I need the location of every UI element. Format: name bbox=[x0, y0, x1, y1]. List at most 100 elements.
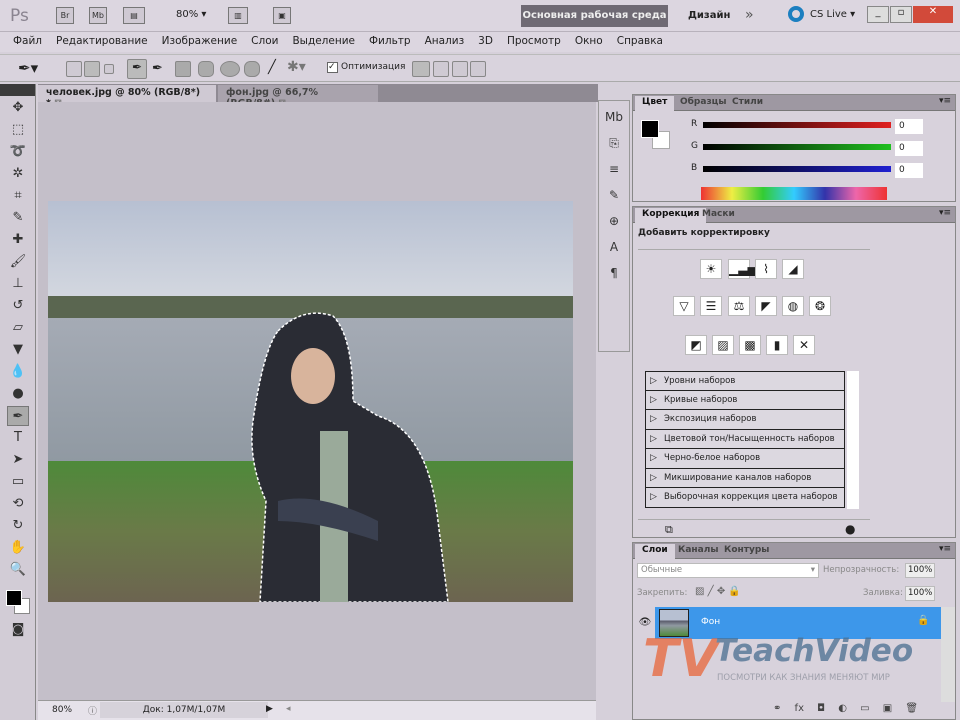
panel-menu-icon[interactable]: ▾≡ bbox=[939, 96, 951, 106]
color-ramp[interactable] bbox=[701, 187, 887, 200]
panel-menu-icon[interactable]: ▾≡ bbox=[939, 544, 951, 554]
status-menu-arrow-icon[interactable]: ▶ bbox=[266, 704, 273, 714]
paths-button[interactable] bbox=[84, 61, 100, 77]
menu-view[interactable]: Просмотр bbox=[500, 32, 568, 52]
custom-shape-icon[interactable]: ✱▾ bbox=[287, 59, 306, 75]
layers-scrollbar[interactable] bbox=[941, 607, 955, 702]
path-add-icon[interactable] bbox=[412, 61, 430, 77]
menu-file[interactable]: Файл bbox=[6, 32, 49, 52]
scroll-left-icon[interactable]: ◂ bbox=[286, 704, 291, 714]
brush-tool-icon[interactable]: 🖌 bbox=[7, 252, 29, 272]
color-swatches[interactable] bbox=[0, 582, 35, 618]
clone-source-panel-icon[interactable]: ⊕ bbox=[603, 211, 625, 231]
preset-selective-color[interactable]: Выборочная коррекция цвета наборов bbox=[645, 488, 845, 508]
vibrance-icon[interactable]: ▽ bbox=[673, 296, 695, 316]
panel-menu-icon[interactable]: ▾≡ bbox=[939, 208, 951, 218]
optimize-checkbox[interactable]: ✓ bbox=[327, 62, 338, 73]
tab-layers[interactable]: Слои bbox=[635, 544, 675, 559]
preset-exposure[interactable]: Экспозиция наборов bbox=[645, 410, 845, 430]
path-selection-tool-icon[interactable]: ➤ bbox=[7, 450, 29, 470]
exposure-icon[interactable]: ◢ bbox=[782, 259, 804, 279]
r-slider[interactable] bbox=[703, 122, 891, 128]
menu-window[interactable]: Окно bbox=[568, 32, 610, 52]
levels-icon[interactable]: ▁▃▅ bbox=[728, 259, 757, 279]
lock-icons[interactable]: ▨ ╱ ✥ 🔒 bbox=[695, 586, 741, 597]
3d-orbit-tool-icon[interactable]: ↻ bbox=[7, 516, 29, 536]
quick-mask-icon[interactable]: ◙ bbox=[7, 620, 29, 640]
preset-curves[interactable]: Кривые наборов bbox=[645, 390, 845, 410]
g-slider[interactable] bbox=[703, 144, 891, 150]
minibridge-button[interactable]: Mb bbox=[89, 7, 107, 24]
posterize-icon[interactable]: ▨ bbox=[712, 335, 734, 355]
history-panel-icon[interactable]: ⎘ bbox=[603, 133, 625, 153]
status-info-icon[interactable]: ⓘ bbox=[88, 704, 97, 717]
b-value[interactable]: 0 bbox=[895, 163, 923, 178]
more-workspaces-button[interactable]: » bbox=[745, 7, 754, 23]
menu-image[interactable]: Изображение bbox=[155, 32, 245, 52]
photo-image[interactable] bbox=[48, 201, 573, 602]
line-icon[interactable]: ╱ bbox=[268, 60, 276, 75]
menu-analysis[interactable]: Анализ bbox=[418, 32, 472, 52]
history-brush-tool-icon[interactable]: ↺ bbox=[7, 296, 29, 316]
view-extras-button[interactable]: ▤ bbox=[123, 7, 145, 24]
brushes-panel-icon[interactable]: ✎ bbox=[603, 185, 625, 205]
healing-brush-tool-icon[interactable]: ✚ bbox=[7, 230, 29, 250]
brightness-contrast-icon[interactable]: ☀ bbox=[700, 259, 722, 279]
cslive-button[interactable]: CS Live ▾ bbox=[810, 9, 855, 20]
menu-select[interactable]: Выделение bbox=[285, 32, 362, 52]
g-value[interactable]: 0 bbox=[895, 141, 923, 156]
type-tool-icon[interactable]: T bbox=[7, 428, 29, 448]
eraser-tool-icon[interactable]: ▱ bbox=[7, 318, 29, 338]
maximize-button[interactable]: ▫ bbox=[890, 6, 912, 23]
pen-tool-icon[interactable]: ✒ bbox=[7, 406, 29, 426]
rectangle-icon[interactable] bbox=[175, 61, 191, 77]
hand-tool-icon[interactable]: ✋ bbox=[7, 538, 29, 558]
color-balance-icon[interactable]: ⚖ bbox=[728, 296, 750, 316]
channel-mixer-icon[interactable]: ❂ bbox=[809, 296, 831, 316]
tools-panel-header[interactable] bbox=[0, 84, 35, 96]
minibridge-panel-icon[interactable]: Mb bbox=[603, 107, 625, 127]
menu-filter[interactable]: Фильтр bbox=[362, 32, 418, 52]
zoom-select[interactable]: 80% ▾ bbox=[176, 9, 206, 20]
shape-layers-button[interactable] bbox=[66, 61, 82, 77]
shape-tool-icon[interactable]: ▭ bbox=[7, 472, 29, 492]
blur-tool-icon[interactable]: 💧 bbox=[7, 362, 29, 382]
menu-edit[interactable]: Редактирование bbox=[49, 32, 155, 52]
black-white-icon[interactable]: ◤ bbox=[755, 296, 777, 316]
pen-tool-preset-icon[interactable]: ✒▾ bbox=[18, 59, 38, 77]
preset-hue-saturation[interactable]: Цветовой тон/Насыщенность наборов bbox=[645, 429, 845, 449]
ellipse-icon[interactable] bbox=[220, 61, 240, 77]
paragraph-panel-icon[interactable]: ¶ bbox=[603, 263, 625, 283]
marquee-tool-icon[interactable]: ⬚ bbox=[7, 120, 29, 140]
tab-color[interactable]: Цвет bbox=[635, 96, 675, 111]
preset-channel-mixer[interactable]: Микширование каналов наборов bbox=[645, 468, 845, 488]
tab-paths[interactable]: Контуры bbox=[717, 544, 776, 559]
path-subtract-icon[interactable] bbox=[433, 61, 449, 77]
preset-black-white[interactable]: Черно-белое наборов bbox=[645, 449, 845, 469]
presets-scrollbar[interactable] bbox=[847, 371, 859, 509]
3d-rotate-tool-icon[interactable]: ⟲ bbox=[7, 494, 29, 514]
hue-saturation-icon[interactable]: ☰ bbox=[700, 296, 722, 316]
freeform-pen-icon[interactable]: ✒ bbox=[152, 61, 163, 76]
polygon-icon[interactable] bbox=[244, 61, 260, 77]
screen-mode-button[interactable]: ▣ bbox=[273, 7, 291, 24]
zoom-tool-icon[interactable]: 🔍 bbox=[7, 560, 29, 580]
b-slider[interactable] bbox=[703, 166, 891, 172]
eyedropper-tool-icon[interactable]: ✎ bbox=[7, 208, 29, 228]
path-exclude-icon[interactable] bbox=[470, 61, 486, 77]
lasso-tool-icon[interactable]: ➰ bbox=[7, 142, 29, 162]
menu-layer[interactable]: Слои bbox=[244, 32, 285, 52]
dodge-tool-icon[interactable]: ● bbox=[7, 384, 29, 404]
invert-icon[interactable]: ◩ bbox=[685, 335, 707, 355]
threshold-icon[interactable]: ▩ bbox=[739, 335, 761, 355]
close-button[interactable]: ✕ bbox=[913, 6, 953, 23]
rounded-rectangle-icon[interactable] bbox=[198, 61, 214, 77]
actions-panel-icon[interactable]: ≡ bbox=[603, 159, 625, 179]
blend-mode-select[interactable]: Обычные ▾ bbox=[637, 563, 819, 578]
paint-bucket-tool-icon[interactable]: ▼ bbox=[7, 340, 29, 360]
fill-pixels-button[interactable] bbox=[104, 64, 114, 74]
gradient-map-icon[interactable]: ▮ bbox=[766, 335, 788, 355]
stamp-tool-icon[interactable]: ⊥ bbox=[7, 274, 29, 294]
opacity-input[interactable]: 100% bbox=[905, 563, 935, 578]
r-value[interactable]: 0 bbox=[895, 119, 923, 134]
